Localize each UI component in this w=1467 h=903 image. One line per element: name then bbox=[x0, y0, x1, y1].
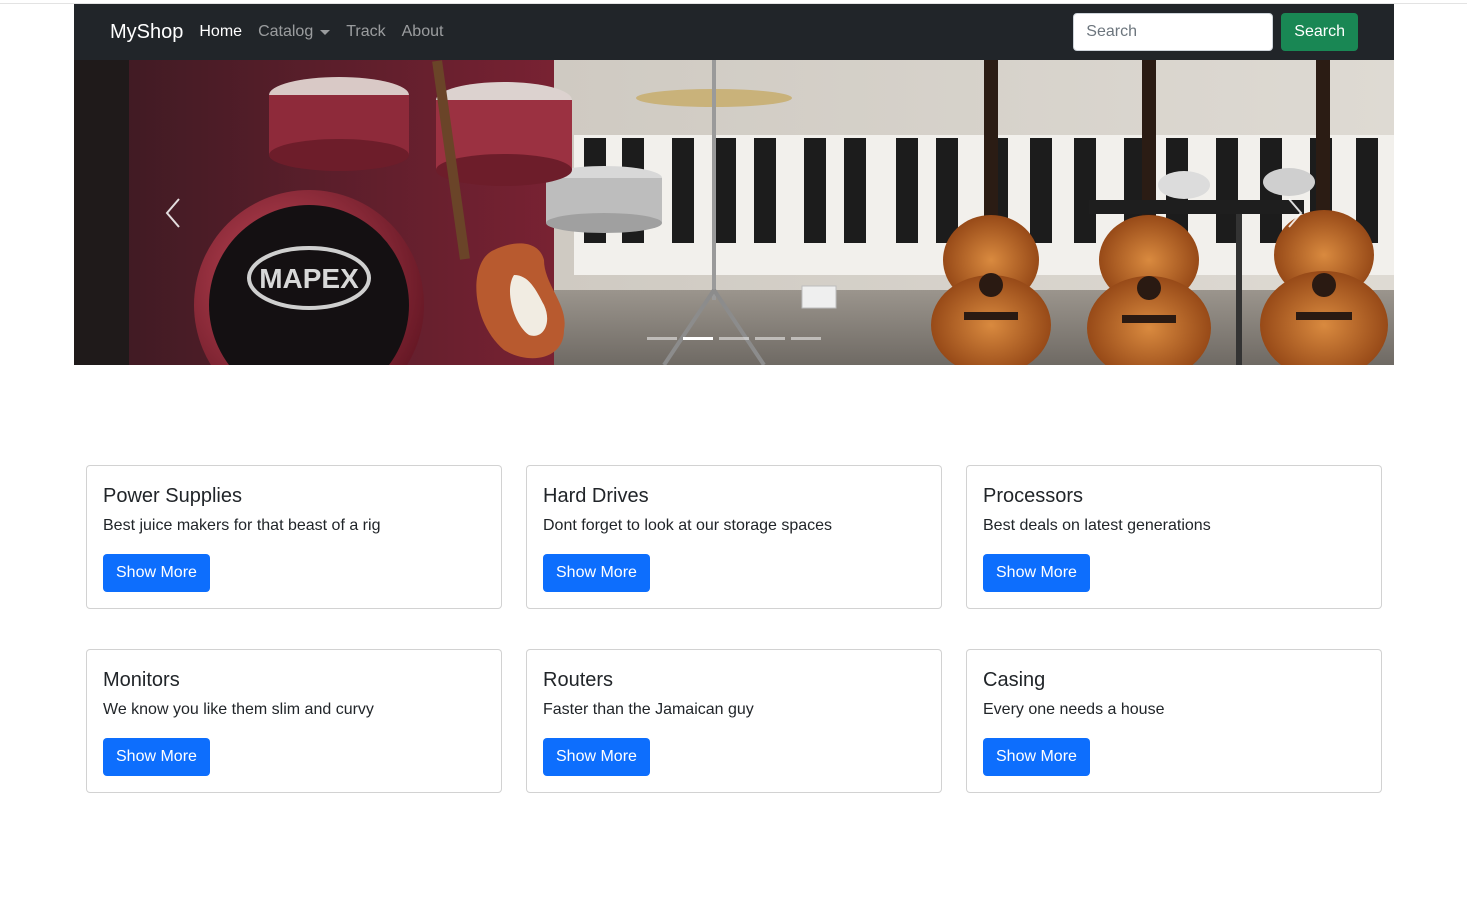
card-text: Best deals on latest generations bbox=[983, 517, 1211, 534]
nav-track[interactable]: Track bbox=[346, 23, 385, 41]
carousel-indicator-1[interactable] bbox=[647, 337, 677, 340]
nav-home[interactable]: Home bbox=[199, 23, 242, 41]
navbar: MyShop Home Catalog Track About Search bbox=[74, 4, 1394, 60]
card-title: Casing bbox=[983, 669, 1046, 691]
search-input[interactable] bbox=[1073, 13, 1274, 51]
carousel-indicator-3[interactable] bbox=[719, 337, 749, 340]
search-button[interactable]: Search bbox=[1281, 13, 1358, 51]
show-more-button[interactable]: Show More bbox=[103, 738, 210, 776]
category-card-routers: Routers Faster than the Jamaican guy Sho… bbox=[526, 649, 942, 793]
carousel-next-button[interactable] bbox=[1196, 60, 1394, 365]
show-more-button[interactable]: Show More bbox=[543, 554, 650, 592]
search-form: Search bbox=[1073, 13, 1358, 51]
card-title: Power Supplies bbox=[103, 485, 242, 507]
caret-down-icon bbox=[320, 29, 331, 35]
show-more-button[interactable]: Show More bbox=[983, 554, 1090, 592]
show-more-button[interactable]: Show More bbox=[543, 738, 650, 776]
nav-catalog-label: Catalog bbox=[258, 23, 314, 40]
category-card-processors: Processors Best deals on latest generati… bbox=[966, 465, 1382, 609]
carousel-indicators bbox=[74, 337, 1394, 340]
category-card-monitors: Monitors We know you like them slim and … bbox=[86, 649, 502, 793]
nav-catalog-dropdown[interactable]: Catalog bbox=[258, 23, 331, 41]
card-text: Best juice makers for that beast of a ri… bbox=[103, 517, 381, 534]
nav-about[interactable]: About bbox=[402, 23, 444, 41]
main-container: MyShop Home Catalog Track About Search S… bbox=[74, 4, 1394, 365]
card-title: Routers bbox=[543, 669, 614, 691]
chevron-right-icon bbox=[1288, 197, 1303, 228]
card-text: Faster than the Jamaican guy bbox=[543, 701, 754, 718]
carousel-prev-button[interactable] bbox=[74, 60, 272, 365]
card-title: Processors bbox=[983, 485, 1084, 507]
chevron-left-icon bbox=[165, 197, 180, 228]
carousel-indicator-2[interactable] bbox=[683, 337, 713, 340]
carousel-indicator-4[interactable] bbox=[755, 337, 785, 340]
category-card-casing: Casing Every one needs a house Show More bbox=[966, 649, 1382, 793]
show-more-button[interactable]: Show More bbox=[983, 738, 1090, 776]
category-card-power-supplies: Power Supplies Best juice makers for tha… bbox=[86, 465, 502, 609]
card-title: Hard Drives bbox=[543, 485, 649, 507]
card-title: Monitors bbox=[103, 669, 180, 691]
card-text: Every one needs a house bbox=[983, 701, 1165, 718]
brand-logo[interactable]: MyShop bbox=[110, 21, 183, 44]
card-text: Dont forget to look at our storage space… bbox=[543, 517, 833, 534]
show-more-button[interactable]: Show More bbox=[103, 554, 210, 592]
category-card-hard-drives: Hard Drives Dont forget to look at our s… bbox=[526, 465, 942, 609]
drum-brand-lettering: MAPEX bbox=[259, 263, 359, 294]
card-text: We know you like them slim and curvy bbox=[103, 701, 374, 718]
hero-carousel: MAPEX bbox=[74, 60, 1394, 365]
carousel-indicator-5[interactable] bbox=[791, 337, 821, 340]
